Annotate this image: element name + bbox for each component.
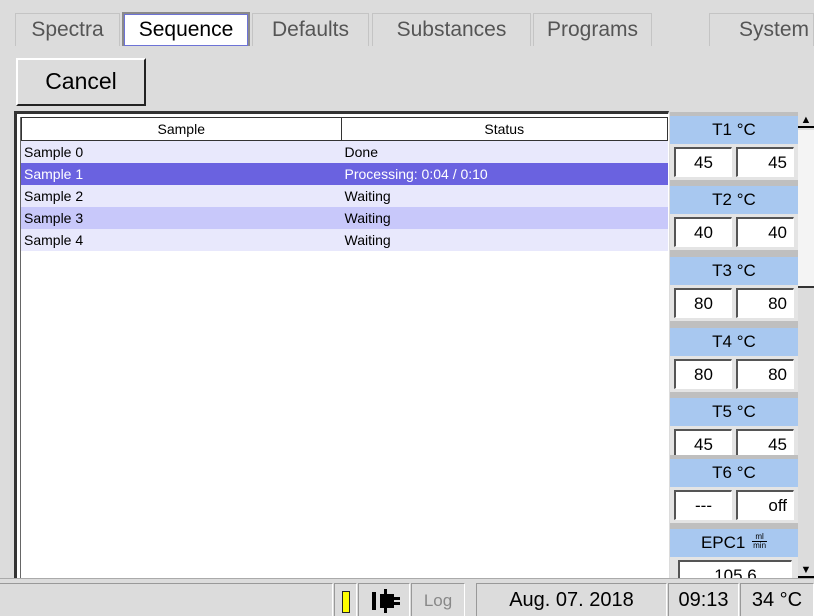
sample-name: Sample 4 — [24, 232, 84, 248]
tab-substances[interactable]: Substances — [372, 13, 531, 46]
t2-actual: 40 — [736, 217, 794, 247]
epc1-label: EPC1 ml min — [670, 529, 798, 557]
cancel-button[interactable]: Cancel — [16, 58, 146, 106]
temperature-panel: T1 °C 45 45 T2 °C 40 40 T3 °C 80 80 T4 °… — [670, 112, 798, 578]
level-indicator — [334, 583, 357, 616]
scroll-down-icon[interactable]: ▼ — [798, 562, 814, 578]
status-temperature: 34 °C — [740, 583, 814, 616]
t5-label: T5 °C — [670, 398, 798, 426]
t1-actual: 45 — [736, 147, 794, 177]
t3-group: T3 °C 80 80 — [670, 253, 798, 324]
table-row[interactable]: Sample 3 Waiting — [21, 207, 668, 229]
sample-name: Sample 3 — [24, 210, 84, 226]
power-status — [358, 583, 410, 616]
t2-group: T2 °C 40 40 — [670, 182, 798, 253]
t4-group: T4 °C 80 80 — [670, 324, 798, 395]
sample-status: Waiting — [344, 232, 391, 248]
epc1-group: EPC1 ml min 105.6 — [670, 525, 798, 578]
t3-setpoint[interactable]: 80 — [674, 288, 732, 318]
level-indicator-icon — [342, 591, 350, 613]
sample-status: Processing: 0:04 / 0:10 — [344, 166, 488, 182]
tab-system[interactable]: System — [709, 13, 814, 46]
tab-spectra[interactable]: Spectra — [15, 13, 120, 46]
sample-status: Done — [344, 144, 378, 160]
epc1-unit-denominator: min — [753, 541, 767, 551]
panel-scrollbar[interactable]: ▲ ▼ — [798, 112, 814, 578]
status-date: Aug. 07. 2018 — [476, 583, 667, 616]
log-button[interactable]: Log — [411, 583, 465, 616]
t2-setpoint[interactable]: 40 — [674, 217, 732, 247]
t6-setpoint[interactable]: --- — [674, 490, 732, 520]
t1-group: T1 °C 45 45 — [670, 112, 798, 183]
table-row[interactable]: Sample 0 Done — [21, 141, 668, 163]
status-time: 09:13 — [668, 583, 739, 616]
t4-setpoint[interactable]: 80 — [674, 359, 732, 389]
epc1-unit: ml min — [752, 533, 768, 551]
sample-name: Sample 0 — [24, 144, 84, 160]
plug-icon — [372, 589, 400, 613]
sample-status: Waiting — [344, 188, 391, 204]
table-row[interactable]: Sample 1 Processing: 0:04 / 0:10 — [21, 163, 668, 185]
column-header-sample[interactable]: Sample — [21, 117, 342, 141]
tab-defaults[interactable]: Defaults — [252, 13, 369, 46]
status-bar: Log Aug. 07. 2018 09:13 34 °C — [0, 578, 814, 616]
table-row[interactable]: Sample 4 Waiting — [21, 229, 668, 251]
t4-actual: 80 — [736, 359, 794, 389]
t6-label: T6 °C — [670, 459, 798, 487]
epc1-value[interactable]: 105.6 — [678, 560, 792, 578]
table-body: Sample Status Sample 0 Done Sample 1 Pro… — [20, 117, 668, 586]
t4-label: T4 °C — [670, 328, 798, 356]
sample-name: Sample 2 — [24, 188, 84, 204]
sample-status: Waiting — [344, 210, 391, 226]
column-header-status[interactable]: Status — [341, 117, 668, 141]
epc1-name: EPC1 — [700, 533, 746, 552]
t1-setpoint[interactable]: 45 — [674, 147, 732, 177]
scroll-up-icon[interactable]: ▲ — [798, 112, 814, 128]
scroll-thumb[interactable] — [798, 130, 814, 288]
tab-bar: Spectra Sequence Defaults Substances Pro… — [0, 0, 814, 48]
t6-actual: off — [736, 490, 794, 520]
sample-name: Sample 1 — [24, 166, 84, 182]
table-header: Sample Status — [21, 117, 668, 141]
status-message — [0, 583, 333, 616]
sequence-table: Sample Status Sample 0 Done Sample 1 Pro… — [14, 111, 669, 587]
table-row[interactable]: Sample 2 Waiting — [21, 185, 668, 207]
t3-label: T3 °C — [670, 257, 798, 285]
tab-sequence[interactable]: Sequence — [122, 12, 250, 46]
t6-group: T6 °C --- off — [670, 455, 798, 526]
t3-actual: 80 — [736, 288, 794, 318]
t1-label: T1 °C — [670, 116, 798, 144]
t2-label: T2 °C — [670, 186, 798, 214]
tab-programs[interactable]: Programs — [533, 13, 652, 46]
